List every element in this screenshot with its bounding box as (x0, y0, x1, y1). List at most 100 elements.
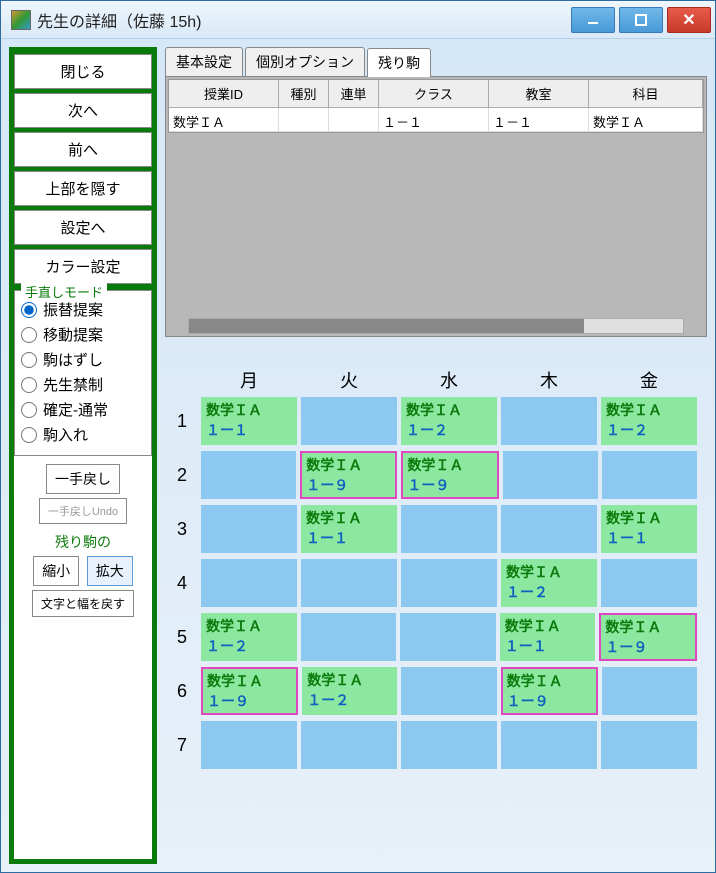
mode-option-1[interactable]: 移動提案 (21, 324, 145, 345)
mode-option-0[interactable]: 振替提案 (21, 299, 145, 320)
close-window-button[interactable]: ✕ (667, 7, 711, 33)
cell-subject: 数学ＩＡ (306, 508, 392, 528)
schedule-cell[interactable] (501, 397, 597, 445)
reset-width-button[interactable]: 文字と幅を戻す (32, 590, 134, 617)
cell-subject: 数学ＩＡ (206, 400, 292, 420)
col-header-subj[interactable]: 科目 (589, 80, 703, 108)
schedule-cell[interactable] (503, 451, 598, 499)
schedule-cell[interactable]: 数学ＩＡ１ー２ (201, 613, 297, 661)
col-header-room[interactable]: 教室 (489, 80, 589, 108)
schedule-cell[interactable] (301, 559, 397, 607)
schedule-cell[interactable]: 数学ＩＡ１ー１ (201, 397, 297, 445)
schedule-cell[interactable] (401, 559, 497, 607)
grid-cell-type[interactable] (279, 108, 329, 132)
schedule-cell[interactable]: 数学ＩＡ１ー９ (300, 451, 397, 499)
mode-option-4[interactable]: 確定-通常 (21, 399, 145, 420)
cell-subject: 数学ＩＡ (506, 562, 592, 582)
schedule-cell[interactable] (601, 721, 697, 769)
shrink-button[interactable]: 縮小 (33, 556, 79, 586)
to-settings-button[interactable]: 設定へ (14, 210, 152, 245)
schedule-cell[interactable] (400, 613, 496, 661)
schedule-cell[interactable] (201, 721, 297, 769)
grid-cell-id[interactable]: 数学ＩＡ (169, 108, 279, 132)
schedule-cell[interactable]: 数学ＩＡ１ー１ (301, 505, 397, 553)
schedule-grid: 月火水木金 1数学ＩＡ１ー１数学ＩＡ１ー２数学ＩＡ１ー２2数学ＩＡ１ー９数学ＩＡ… (165, 367, 707, 775)
tab-remaining[interactable]: 残り駒 (367, 48, 431, 77)
mode-label-4: 確定-通常 (43, 399, 108, 420)
grid-cell-subj[interactable]: 数学ＩＡ (589, 108, 703, 132)
remain-label: 残り駒の (18, 532, 148, 552)
mode-radio-2[interactable] (21, 352, 37, 368)
maximize-button[interactable] (619, 7, 663, 33)
period-label: 5 (165, 613, 199, 661)
schedule-cell[interactable] (201, 505, 297, 553)
schedule-cell[interactable] (602, 451, 697, 499)
schedule-cell[interactable]: 数学ＩＡ１ー２ (601, 397, 697, 445)
schedule-cell[interactable] (401, 667, 496, 715)
schedule-cell[interactable] (602, 667, 697, 715)
schedule-cell[interactable] (601, 559, 697, 607)
period-label: 3 (165, 505, 199, 553)
cell-subject: 数学ＩＡ (307, 670, 392, 690)
minimize-button[interactable] (571, 7, 615, 33)
schedule-cell[interactable] (201, 451, 296, 499)
mode-option-5[interactable]: 駒入れ (21, 424, 145, 445)
mode-radio-4[interactable] (21, 402, 37, 418)
cell-class: １ー１ (306, 528, 392, 548)
mode-radio-0[interactable] (21, 302, 37, 318)
color-settings-button[interactable]: カラー設定 (14, 249, 152, 284)
schedule-cell[interactable]: 数学ＩＡ１ー１ (601, 505, 697, 553)
undo-button[interactable]: 一手戻し (46, 464, 120, 494)
tab-bar: 基本設定 個別オプション 残り駒 (165, 47, 707, 77)
schedule-cell[interactable] (501, 505, 597, 553)
col-header-id[interactable]: 授業ID (169, 80, 279, 108)
schedule-cell[interactable]: 数学ＩＡ１ー１ (500, 613, 596, 661)
cell-subject: 数学ＩＡ (605, 617, 691, 637)
close-button[interactable]: 閉じる (14, 54, 152, 89)
tab-basic[interactable]: 基本設定 (165, 47, 243, 76)
schedule-cell[interactable] (301, 397, 397, 445)
schedule-cell[interactable] (501, 721, 597, 769)
titlebar[interactable]: 先生の詳細（佐藤 15h) ✕ (1, 1, 715, 39)
mode-option-2[interactable]: 駒はずし (21, 349, 145, 370)
prev-button[interactable]: 前へ (14, 132, 152, 167)
mode-option-3[interactable]: 先生禁制 (21, 374, 145, 395)
period-label: 1 (165, 397, 199, 445)
mode-label-0: 振替提案 (43, 299, 103, 320)
grid-header: 授業ID 種別 連単 クラス 教室 科目 (169, 80, 703, 108)
period-label: 2 (165, 451, 199, 499)
schedule-cell[interactable]: 数学ＩＡ１ー９ (401, 451, 498, 499)
col-header-class[interactable]: クラス (379, 80, 489, 108)
tab-individual[interactable]: 個別オプション (245, 47, 365, 76)
schedule-cell[interactable] (201, 559, 297, 607)
expand-button[interactable]: 拡大 (87, 556, 133, 586)
mode-radio-5[interactable] (21, 427, 37, 443)
schedule-cell[interactable]: 数学ＩＡ１ー２ (401, 397, 497, 445)
horizontal-scrollbar[interactable] (188, 318, 684, 334)
next-button[interactable]: 次へ (14, 93, 152, 128)
grid-cell-room[interactable]: １－１ (489, 108, 589, 132)
remaining-grid[interactable]: 授業ID 種別 連単 クラス 教室 科目 数学ＩＡ１－１１－１数学ＩＡ (168, 79, 704, 133)
grid-cell-class[interactable]: １－１ (379, 108, 489, 132)
schedule-cell[interactable] (301, 613, 397, 661)
col-header-ren[interactable]: 連単 (329, 80, 379, 108)
hide-top-button[interactable]: 上部を隠す (14, 171, 152, 206)
schedule-cell[interactable]: 数学ＩＡ１ー９ (201, 667, 298, 715)
grid-cell-ren[interactable] (329, 108, 379, 132)
mode-radio-3[interactable] (21, 377, 37, 393)
schedule-cell[interactable] (301, 721, 397, 769)
schedule-cell[interactable]: 数学ＩＡ１ー９ (501, 667, 598, 715)
schedule-cell[interactable] (401, 505, 497, 553)
mode-radio-1[interactable] (21, 327, 37, 343)
schedule-cell[interactable]: 数学ＩＡ１ー２ (501, 559, 597, 607)
sidebar-lower: 一手戻し 一手戻しUndo 残り駒の 縮小 拡大 文字と幅を戻す (14, 456, 152, 859)
period-label: 6 (165, 667, 199, 715)
day-header: 水 (399, 367, 499, 397)
cell-class: １ー９ (605, 637, 691, 657)
schedule-cell[interactable]: 数学ＩＡ１ー９ (599, 613, 697, 661)
grid-row[interactable]: 数学ＩＡ１－１１－１数学ＩＡ (169, 108, 703, 132)
schedule-cell[interactable]: 数学ＩＡ１ー２ (302, 667, 397, 715)
schedule-cell[interactable] (401, 721, 497, 769)
schedule-row: 7 (165, 721, 699, 769)
col-header-type[interactable]: 種別 (279, 80, 329, 108)
